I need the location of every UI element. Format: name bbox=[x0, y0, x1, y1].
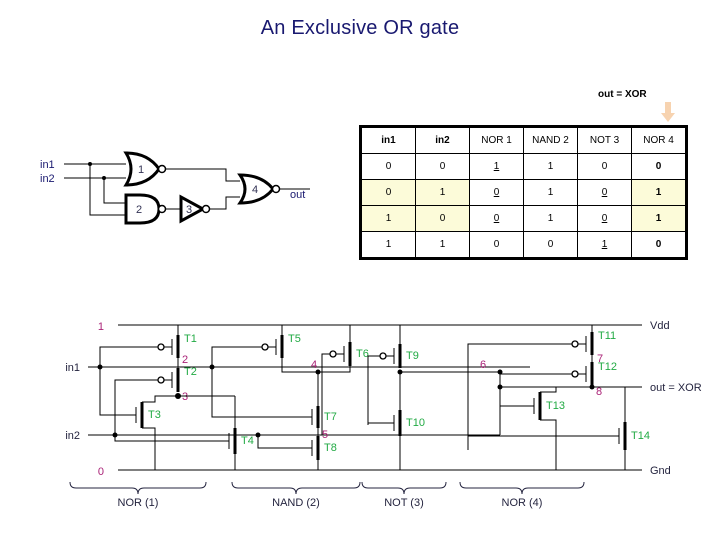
circuit-node-6: 6 bbox=[480, 359, 486, 371]
table-header-cell: NOT 3 bbox=[577, 126, 632, 154]
transistor-circuit-diagram: 1 Vdd 0 Gnd in1 in2 out = XOR T1 2 T2 3 … bbox=[65, 320, 702, 509]
table-cell: 1 bbox=[523, 179, 578, 206]
circuit-label-gnd: Gnd bbox=[650, 465, 671, 477]
gate-input-label-in1: in1 bbox=[40, 159, 55, 171]
transistor-label-t11: T11 bbox=[598, 330, 616, 342]
table-row: 110010 bbox=[360, 231, 687, 259]
slide-canvas: An Exclusive OR gate out = XOR in1 in2 N… bbox=[0, 0, 720, 540]
table-header-cell: NAND 2 bbox=[523, 126, 578, 154]
table-row: 010101 bbox=[360, 179, 687, 206]
gate-number-1: 1 bbox=[138, 164, 144, 176]
transistor-label-t12: T12 bbox=[598, 361, 617, 373]
table-cell: 1 bbox=[469, 153, 524, 180]
circuit-node-4: 4 bbox=[311, 359, 317, 371]
table-row: 001100 bbox=[360, 153, 687, 180]
circuit-node-2: 2 bbox=[182, 354, 188, 366]
table-cell: 0 bbox=[577, 179, 632, 206]
table-cell: 0 bbox=[469, 231, 524, 259]
circuit-node-5: 5 bbox=[322, 429, 328, 441]
table-cell: 1 bbox=[523, 205, 578, 232]
circuit-label-vdd: Vdd bbox=[650, 320, 670, 332]
transistor-label-t6: T6 bbox=[356, 348, 369, 360]
table-cell: 1 bbox=[360, 205, 416, 232]
table-cell: 1 bbox=[360, 231, 416, 259]
table-header-cell: NOR 1 bbox=[469, 126, 524, 154]
circuit-label-out: out = XOR bbox=[650, 382, 702, 394]
transistor-label-t8: T8 bbox=[324, 442, 337, 454]
page-title: An Exclusive OR gate bbox=[260, 17, 460, 39]
gate-input-label-in2: in2 bbox=[40, 173, 55, 185]
circuit-block-label-nand2: NAND (2) bbox=[272, 497, 320, 509]
transistor-label-t1: T1 bbox=[184, 333, 197, 345]
truth-table: in1 in2 NOR 1 NAND 2 NOT 3 NOR 4 0011000… bbox=[359, 125, 688, 260]
transistor-label-t3: T3 bbox=[148, 409, 161, 421]
table-header-cell: NOR 4 bbox=[631, 126, 687, 154]
circuit-block-label-not3: NOT (3) bbox=[384, 497, 424, 509]
table-header-row: in1 in2 NOR 1 NAND 2 NOT 3 NOR 4 bbox=[360, 126, 687, 154]
table-cell: 1 bbox=[631, 179, 687, 206]
circuit-block-label-nor4: NOR (4) bbox=[502, 497, 543, 509]
table-cell: 0 bbox=[577, 205, 632, 232]
circuit-input-label-in1: in1 bbox=[65, 362, 80, 374]
table-cell: 1 bbox=[415, 231, 470, 259]
transistor-label-t10: T10 bbox=[406, 417, 425, 429]
gate-number-4: 4 bbox=[252, 184, 258, 196]
transistor-label-t2: T2 bbox=[184, 366, 197, 378]
table-cell: 0 bbox=[415, 205, 470, 232]
xor-callout-label: out = XOR bbox=[598, 89, 647, 100]
circuit-label-top-rail: 1 bbox=[98, 321, 104, 333]
table-header-cell: in2 bbox=[415, 126, 470, 154]
transistor-label-t5: T5 bbox=[288, 333, 301, 345]
transistor-label-t7: T7 bbox=[324, 411, 337, 423]
down-arrow-icon bbox=[661, 102, 675, 122]
circuit-block-label-nor1: NOR (1) bbox=[118, 497, 159, 509]
table-cell: 0 bbox=[415, 153, 470, 180]
table-cell: 0 bbox=[469, 179, 524, 206]
transistor-label-t4: T4 bbox=[241, 435, 254, 447]
gate-output-label-out: out bbox=[290, 189, 305, 201]
table-cell: 1 bbox=[631, 205, 687, 232]
circuit-node-3: 3 bbox=[182, 391, 188, 403]
table-cell: 0 bbox=[577, 153, 632, 180]
table-cell: 0 bbox=[523, 231, 578, 259]
table-cell: 1 bbox=[577, 231, 632, 259]
table-cell: 1 bbox=[523, 153, 578, 180]
transistor-label-t9: T9 bbox=[406, 350, 419, 362]
table-cell: 0 bbox=[469, 205, 524, 232]
circuit-node-8: 8 bbox=[596, 386, 602, 398]
table-cell: 0 bbox=[360, 153, 416, 180]
table-cell: 0 bbox=[631, 231, 687, 259]
table-body: 001100010101100101110010 bbox=[360, 153, 687, 259]
table-row: 100101 bbox=[360, 205, 687, 232]
table-cell: 0 bbox=[631, 153, 687, 180]
table-header-cell: in1 bbox=[360, 126, 416, 154]
transistor-label-t13: T13 bbox=[546, 400, 565, 412]
transistor-label-t14: T14 bbox=[631, 430, 650, 442]
table-cell: 0 bbox=[360, 179, 416, 206]
gate-number-2: 2 bbox=[136, 204, 142, 216]
logic-gate-diagram: in1 in2 out 1 2 3 4 bbox=[40, 151, 310, 225]
table-cell: 1 bbox=[415, 179, 470, 206]
gate-number-3: 3 bbox=[186, 204, 192, 216]
circuit-input-label-in2: in2 bbox=[65, 430, 80, 442]
circuit-label-bottom-rail: 0 bbox=[98, 466, 104, 478]
